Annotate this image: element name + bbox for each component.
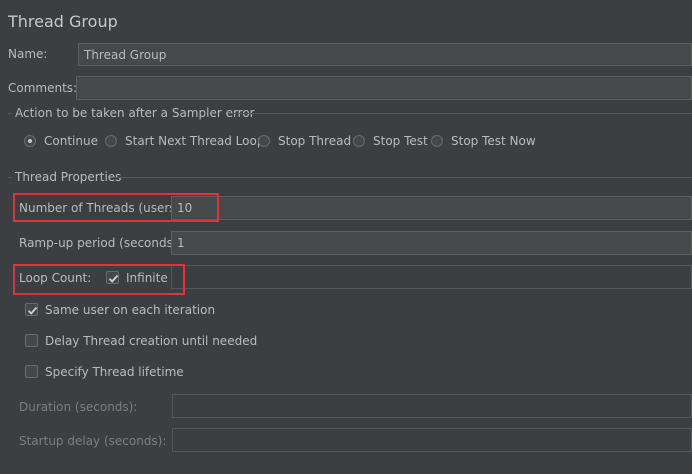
highlight-box xyxy=(13,193,219,222)
radio-stop-thread-label[interactable]: Stop Thread xyxy=(278,134,351,148)
radio-stop-test-now[interactable] xyxy=(431,135,443,147)
same-user-checkbox[interactable] xyxy=(25,303,38,316)
duration-label: Duration (seconds): xyxy=(19,400,138,414)
radio-start-next-thread-loop-label[interactable]: Start Next Thread Loop xyxy=(125,134,264,148)
radio-stop-test-now-label[interactable]: Stop Test Now xyxy=(451,134,536,148)
radio-stop-test-label[interactable]: Stop Test xyxy=(373,134,428,148)
radio-continue[interactable] xyxy=(24,135,36,147)
radio-stop-test[interactable] xyxy=(353,135,365,147)
group-divider xyxy=(228,113,692,114)
specify-lifetime-checkbox[interactable] xyxy=(25,365,38,378)
group-divider xyxy=(113,177,692,178)
specify-lifetime-label[interactable]: Specify Thread lifetime xyxy=(45,365,184,379)
num-threads-field[interactable]: 10 xyxy=(171,196,692,220)
comments-label: Comments: xyxy=(8,81,78,95)
startup-delay-field[interactable] xyxy=(172,428,692,452)
ramp-up-label: Ramp-up period (seconds): xyxy=(19,236,182,250)
highlight-box xyxy=(13,264,185,295)
delay-creation-checkbox[interactable] xyxy=(25,334,38,347)
group-divider xyxy=(8,177,12,178)
comments-field[interactable] xyxy=(76,76,692,100)
ramp-up-field[interactable]: 1 xyxy=(171,231,692,255)
radio-stop-thread[interactable] xyxy=(258,135,270,147)
delay-creation-label[interactable]: Delay Thread creation until needed xyxy=(45,334,257,348)
group-divider xyxy=(8,113,12,114)
name-field[interactable]: Thread Group xyxy=(78,43,692,66)
sampler-error-group-label: Action to be taken after a Sampler error xyxy=(15,106,255,120)
loop-count-field[interactable] xyxy=(171,265,692,289)
same-user-label[interactable]: Same user on each iteration xyxy=(45,303,215,317)
startup-delay-label: Startup delay (seconds): xyxy=(19,434,167,448)
thread-properties-group-label: Thread Properties xyxy=(15,170,122,184)
radio-continue-label[interactable]: Continue xyxy=(44,134,98,148)
duration-field[interactable] xyxy=(172,394,692,418)
check-icon xyxy=(27,306,38,315)
radio-start-next-thread-loop[interactable] xyxy=(105,135,117,147)
panel-title: Thread Group xyxy=(8,12,118,31)
name-label: Name: xyxy=(8,47,48,61)
